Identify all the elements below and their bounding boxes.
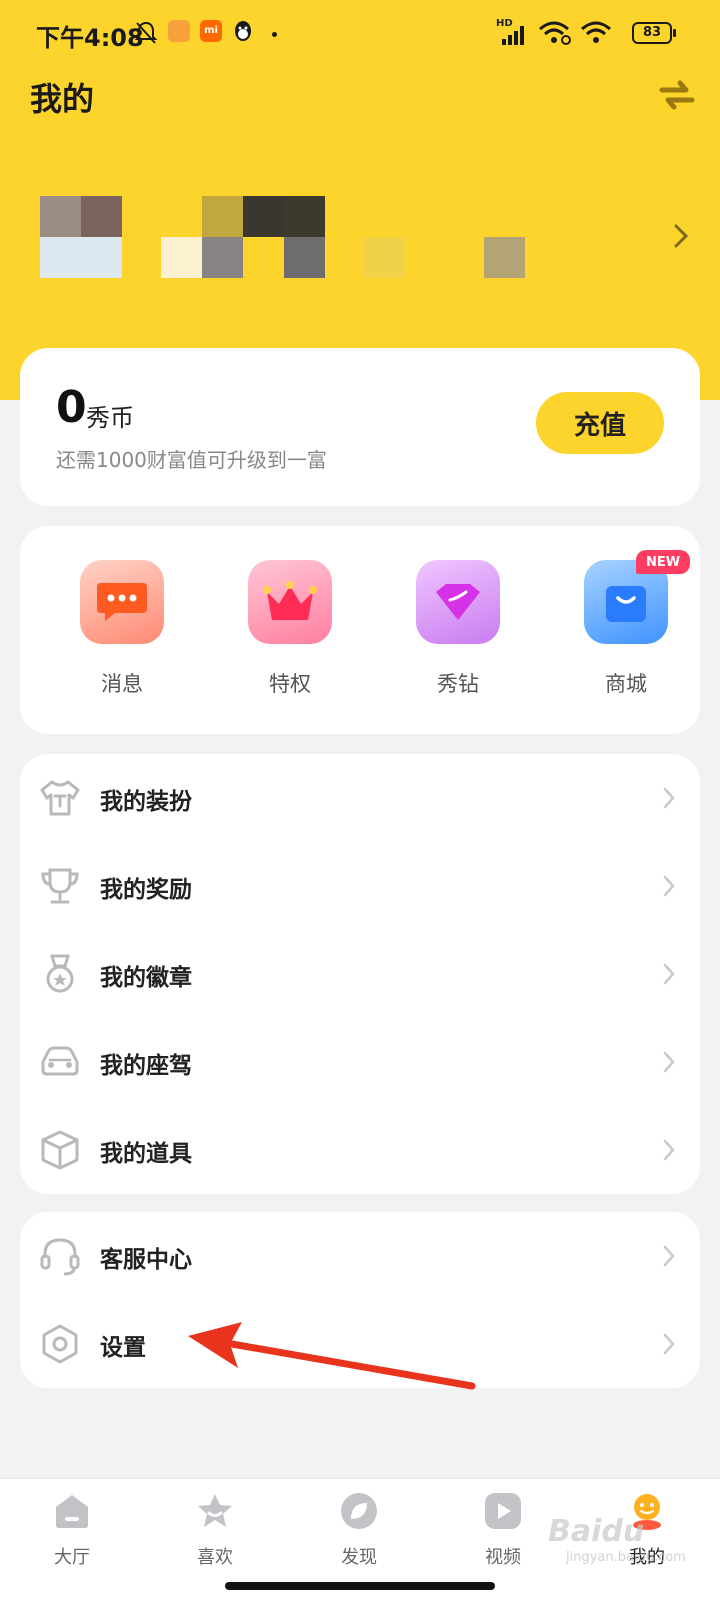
- quick-item-label: 商城: [605, 672, 647, 696]
- chat-bubble-icon: [80, 560, 164, 644]
- tshirt-icon: [40, 780, 80, 816]
- coin-value: 0: [56, 382, 87, 433]
- nav-label: 发现: [341, 1547, 377, 1568]
- compass-leaf-icon: [341, 1493, 377, 1529]
- signal-icon: [502, 26, 524, 45]
- quick-item-diamonds[interactable]: 秀钻: [398, 560, 518, 710]
- trophy-icon: [41, 868, 79, 904]
- menu-row-customer-service[interactable]: 客服中心: [20, 1212, 700, 1300]
- swap-arrows-icon[interactable]: [656, 74, 698, 116]
- baidu-watermark-url: jingyan.baidu.com: [566, 1550, 686, 1565]
- qq-app-icon: [235, 21, 251, 41]
- quick-item-label: 消息: [101, 672, 143, 696]
- nav-label: 视频: [485, 1547, 521, 1568]
- chevron-right-icon: [663, 1051, 675, 1073]
- nav-item-discover[interactable]: 发现: [309, 1491, 409, 1571]
- chevron-right-icon: [663, 1139, 675, 1161]
- username-pixel: [284, 237, 325, 278]
- coin-card: 0 秀币 还需1000财富值可升级到一富 充值: [20, 348, 700, 506]
- chevron-right-icon: [663, 875, 675, 897]
- quick-item-label: 秀钻: [437, 672, 479, 696]
- menu-row-label: 设置: [100, 1335, 146, 1361]
- house-icon: [56, 1495, 88, 1528]
- gallery-app-icon: [168, 20, 190, 42]
- coin-unit: 秀币: [86, 404, 134, 432]
- username-pixel: [202, 196, 243, 237]
- quick-item-messages[interactable]: 消息: [62, 560, 182, 710]
- username-pixel: [202, 237, 243, 278]
- page-title: 我的: [30, 80, 95, 118]
- baidu-watermark: Baidu: [548, 1514, 645, 1549]
- chevron-right-icon: [663, 963, 675, 985]
- avatar-pixel: [81, 196, 122, 237]
- status-bar: 下午4:08 mi HD 83: [0, 0, 720, 70]
- nav-item-hall[interactable]: 大厅: [22, 1491, 122, 1571]
- menu-row-items[interactable]: 我的道具: [20, 1106, 700, 1194]
- box-icon: [41, 1130, 79, 1170]
- menu-row-label: 我的徽章: [100, 965, 192, 991]
- menu-row-badges[interactable]: 我的徽章: [20, 930, 700, 1018]
- quick-item-mall[interactable]: NEW 商城: [566, 550, 690, 710]
- chevron-right-icon: [663, 1333, 675, 1355]
- nav-label: 大厅: [54, 1547, 90, 1568]
- profile-area[interactable]: [40, 196, 640, 282]
- menu-row-rewards[interactable]: 我的奖励: [20, 842, 700, 930]
- chevron-right-icon: [663, 1245, 675, 1267]
- wifi-secondary-icon: [581, 21, 611, 43]
- menu-row-label: 客服中心: [100, 1247, 192, 1273]
- primary-menu-card: 我的装扮 我的奖励 我的徽章 我的座驾 我的道具: [20, 754, 700, 1194]
- star-icon: [198, 1494, 232, 1527]
- status-time: 下午4:08: [36, 24, 144, 52]
- username-pixel: [284, 196, 325, 237]
- username-pixel: [484, 237, 525, 278]
- new-badge: NEW: [636, 550, 690, 574]
- more-notifications-dot: [272, 32, 277, 37]
- menu-row-label: 我的奖励: [100, 877, 192, 903]
- quick-item-label: 特权: [269, 672, 311, 696]
- username-pixel: [161, 237, 202, 278]
- quick-item-privileges[interactable]: 特权: [230, 560, 350, 710]
- wifi-icon: [539, 21, 571, 45]
- battery-indicator: 83: [632, 22, 676, 44]
- profile-chevron-icon[interactable]: [672, 222, 690, 250]
- nav-item-likes[interactable]: 喜欢: [165, 1491, 265, 1571]
- headset-icon: [40, 1238, 80, 1276]
- nav-item-video[interactable]: 视频: [453, 1491, 553, 1571]
- coin-upgrade-hint: 还需1000财富值可升级到一富: [56, 448, 327, 472]
- settings-hexagon-icon: [42, 1324, 78, 1364]
- avatar-pixel: [40, 196, 81, 237]
- username-pixel: [243, 196, 284, 237]
- menu-row-outfits[interactable]: 我的装扮: [20, 754, 700, 842]
- username-pixel: [364, 237, 405, 278]
- recharge-button[interactable]: 充值: [536, 392, 664, 454]
- mi-app-icon: mi: [200, 20, 222, 42]
- car-icon: [41, 1046, 79, 1076]
- menu-row-label: 我的道具: [100, 1141, 192, 1167]
- menu-row-label: 我的装扮: [100, 789, 192, 815]
- home-indicator[interactable]: [225, 1582, 495, 1590]
- annotation-arrow-icon: [188, 1322, 476, 1390]
- avatar-pixel: [40, 237, 81, 278]
- mute-bell-icon: [134, 21, 158, 44]
- menu-row-label: 我的座驾: [100, 1053, 192, 1079]
- chevron-right-icon: [663, 787, 675, 809]
- crown-icon: [248, 560, 332, 644]
- nav-label: 喜欢: [197, 1547, 233, 1568]
- menu-row-vehicles[interactable]: 我的座驾: [20, 1018, 700, 1106]
- medal-icon: [46, 954, 74, 993]
- diamond-icon: [416, 560, 500, 644]
- play-icon: [485, 1493, 521, 1529]
- avatar-pixel: [81, 237, 122, 278]
- quick-actions-card: 消息 特权 秀钻 NEW 商城: [20, 526, 700, 734]
